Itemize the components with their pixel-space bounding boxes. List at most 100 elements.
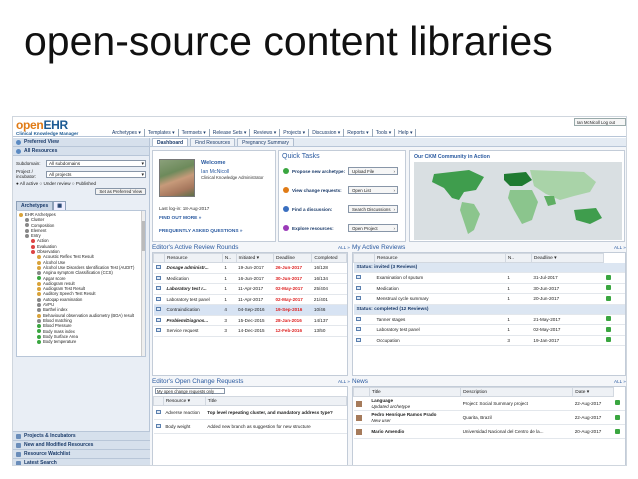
table-row[interactable]: Contraindication 4 04-Sep-2016 19-Sep-2016 1… — [153, 304, 347, 316]
table-cell: 1 — [222, 262, 237, 274]
subdomain-select[interactable]: All subdomains — [46, 160, 146, 167]
table-row[interactable]: Menstrual cycle summary 1 20-Jun-2017 — [353, 293, 625, 305]
set-preferred-view-button[interactable]: Set as Preferred View — [95, 188, 146, 195]
tree-node[interactable]: Body temperature — [19, 339, 143, 344]
left-footer-section[interactable]: New and Modified Resources — [13, 440, 150, 449]
review-icon — [155, 265, 161, 270]
go-icon[interactable] — [605, 295, 611, 301]
user-box[interactable]: Ian McNicoll Log out — [574, 118, 626, 126]
column-header[interactable]: Resource — [164, 253, 223, 263]
tab-archetypes[interactable]: Archetypes — [16, 201, 54, 210]
preferred-view-header[interactable]: Preferred View — [13, 138, 149, 147]
column-header[interactable]: Date ▾ — [572, 387, 614, 397]
table-row[interactable]: Service request 3 14-Dec-2015 12-Feb-2016 13… — [153, 325, 347, 337]
tree-node-label: Audiogram Test Result — [43, 286, 86, 292]
column-header[interactable]: Title — [204, 396, 347, 406]
column-header[interactable]: Title — [368, 387, 462, 397]
tab-templates-icon[interactable]: ▦ — [53, 201, 66, 210]
column-header[interactable]: Initiated ▾ — [235, 253, 274, 263]
change-requests-all-link[interactable]: ALL » — [338, 379, 350, 384]
news-title-cell: Mario Amendio — [369, 424, 461, 439]
welcome-heading: Welcome — [201, 160, 226, 166]
change-requests-title: Editor's Open Change Requests — [152, 378, 244, 385]
table-row[interactable]: Tanner stages 1 21-May-2017 — [353, 314, 625, 325]
table-row[interactable]: Occupation 3 19-Jan-2017 — [353, 335, 625, 346]
table-row[interactable]: Laboratory test r... 1 11-Apr-2017 02-May-2… — [153, 283, 347, 295]
menu-item[interactable]: Tools ▾ — [373, 129, 396, 137]
status-radios[interactable]: ● All active ○ Under review ○ Published — [16, 181, 146, 186]
left-footer-section[interactable]: Resource Watchlist — [13, 449, 150, 458]
go-icon[interactable] — [605, 326, 611, 332]
go-icon[interactable] — [605, 316, 611, 322]
quick-tasks-panel: Quick Tasks Propose new archetype: Upload… — [278, 150, 406, 242]
column-header[interactable]: Deadline — [272, 253, 313, 263]
column-header[interactable]: Deadline ▾ — [530, 253, 605, 263]
table-row[interactable]: Laboratory test panel 1 11-Apr-2017 02-May-… — [153, 294, 347, 305]
table-row[interactable]: Dosage administr... 1 19-Jun-2017 26-Jun-20… — [153, 262, 347, 274]
column-header[interactable]: Completed — [311, 253, 347, 263]
column-header[interactable]: Resource ▾ — [162, 396, 206, 406]
menu-item[interactable]: Help ▾ — [395, 129, 417, 137]
row-icon-cell — [153, 419, 164, 434]
menu-item[interactable]: Reports ▾ — [344, 129, 373, 137]
all-resources-header[interactable]: All Resources — [13, 147, 149, 156]
editor-reviews-all-link[interactable]: ALL » — [338, 245, 350, 250]
table-row[interactable]: Language Updated archetype Project: Social… — [353, 396, 625, 411]
change-request-icon — [155, 410, 161, 414]
quick-task-button[interactable]: Search Discussions — [348, 205, 398, 213]
table-row[interactable]: Body weight Added new branch as suggestio… — [153, 419, 347, 434]
tab-find-resources[interactable]: Find Resources — [190, 138, 236, 146]
node-status-icon — [31, 249, 35, 254]
table-row[interactable]: Pedro Henrique Ramos Prado New user Quarit… — [353, 410, 625, 425]
go-icon[interactable] — [615, 414, 621, 420]
go-icon[interactable] — [615, 428, 621, 434]
change-requests-filter[interactable]: My open change requests only — [155, 388, 225, 394]
table-row[interactable]: Medication 1 16-Jun-2017 30-Jun-2017 16/134 — [153, 273, 347, 284]
go-icon[interactable] — [615, 400, 621, 406]
table-row[interactable]: Problem/Diagnos... 3 15-Dec-2015 28-Jan-201… — [153, 315, 347, 326]
go-icon[interactable] — [605, 337, 611, 343]
menu-item[interactable]: Release Sets ▾ — [210, 129, 251, 137]
node-status-icon — [31, 239, 35, 244]
quick-tasks-title: Quick Tasks — [282, 153, 320, 160]
table-cell: 16/128 — [311, 262, 347, 274]
table-row[interactable]: Adverse reaction Top level repeating clus… — [153, 405, 347, 420]
table-row[interactable]: Laboratory test panel 1 02-May-2017 — [353, 324, 625, 336]
news-all-link[interactable]: ALL » — [614, 379, 626, 384]
go-icon[interactable] — [605, 285, 611, 291]
tree-scrollbar[interactable] — [141, 211, 145, 356]
menu-item[interactable]: Termsets ▾ — [179, 129, 210, 137]
project-select[interactable]: All projects — [46, 170, 146, 178]
news-avatar — [355, 400, 362, 407]
quick-task-button[interactable]: Open Project — [348, 224, 398, 232]
my-reviews-all-link[interactable]: ALL » — [614, 245, 626, 250]
menu-item[interactable]: Projects ▾ — [280, 129, 310, 137]
tree-node-label: Body mass index — [43, 328, 75, 334]
column-header[interactable]: Description — [460, 387, 574, 397]
quick-task-button[interactable]: Open List — [348, 186, 398, 194]
column-header[interactable]: Resource — [374, 253, 506, 263]
column-header[interactable]: N.. — [221, 253, 237, 263]
table-row[interactable]: Medication 1 30-Jun-2017 — [353, 283, 625, 294]
quick-task-button[interactable]: Upload File — [348, 167, 398, 175]
column-header[interactable]: N.. — [504, 253, 532, 263]
table-row[interactable]: Mario Amendio Universidad Nacional del Ce… — [353, 424, 625, 439]
table-row[interactable]: Examination of sputum 1 31-Jul-2017 — [353, 272, 625, 284]
table-cell: Medication — [374, 283, 506, 294]
left-footer-section[interactable]: Latest Search — [13, 458, 150, 465]
menu-item[interactable]: Templates ▾ — [145, 129, 179, 137]
node-status-icon — [25, 228, 29, 233]
tab-pregnancy-summary[interactable]: Pregnancy Summary — [237, 138, 294, 146]
menu-item[interactable]: Discussion ▾ — [309, 129, 345, 137]
faq-link[interactable]: FREQUENTLY ASKED QUESTIONS » — [159, 229, 243, 234]
table-cell: 11-Apr-2017 — [236, 294, 274, 305]
review-icon — [155, 317, 161, 322]
menu-item[interactable]: Archetypes ▾ — [109, 129, 145, 137]
go-icon[interactable] — [605, 274, 611, 280]
table-cell: 25/404 — [311, 283, 347, 295]
tab-dashboard[interactable]: Dashboard — [152, 138, 189, 146]
find-out-more-link[interactable]: FIND OUT MORE » — [159, 216, 201, 221]
left-footer-section[interactable]: Projects & Incubators — [13, 431, 150, 440]
row-icon-cell — [153, 315, 165, 326]
menu-item[interactable]: Reviews ▾ — [250, 129, 281, 137]
